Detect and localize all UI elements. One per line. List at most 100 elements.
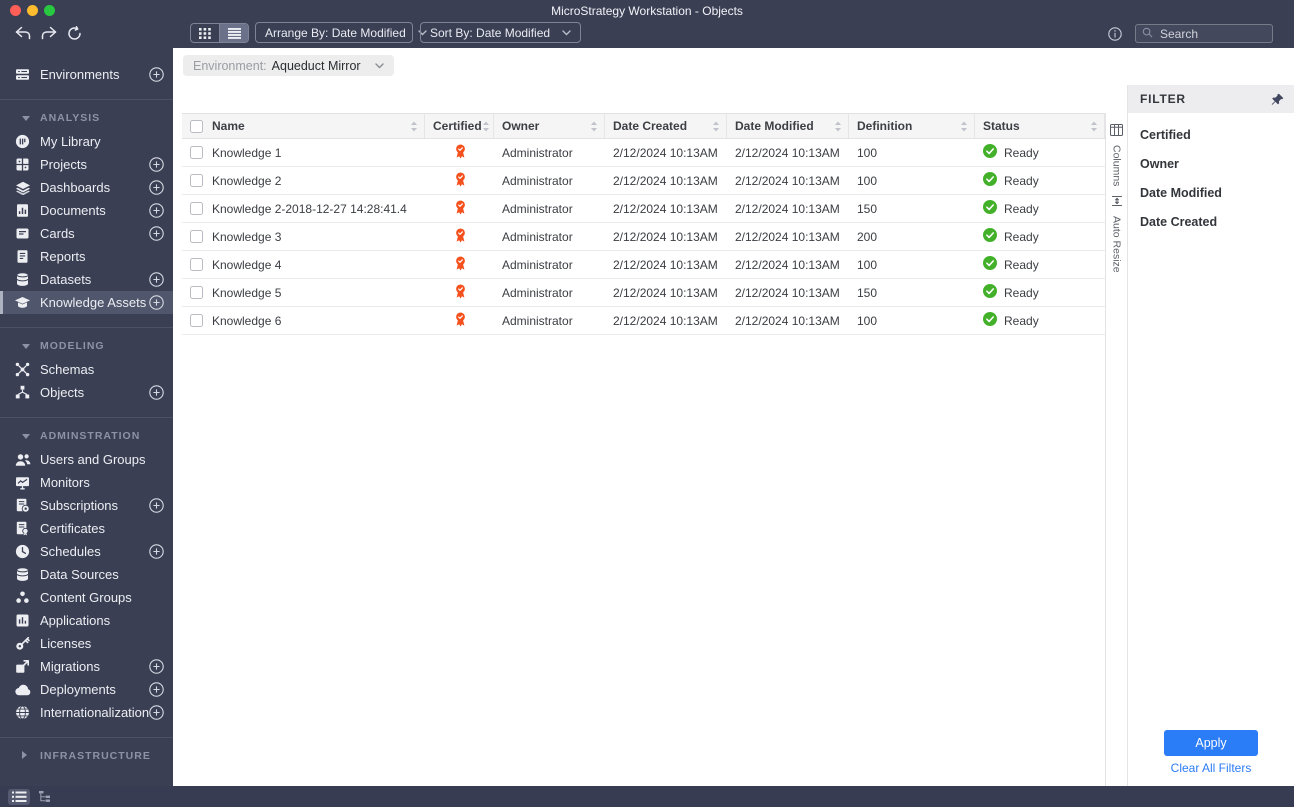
sort-icon[interactable] [482,121,490,132]
sort-icon[interactable] [712,121,720,132]
add-objects-button[interactable] [149,385,164,400]
auto-resize-toggle[interactable]: Auto Resize [1111,216,1123,273]
add-knowledge-assets-button[interactable] [149,295,164,310]
add-cards-button[interactable] [149,226,164,241]
grid-view-icon[interactable] [191,24,219,42]
sidebar-item-content-groups[interactable]: Content Groups [0,586,173,609]
sidebar-item-schedules[interactable]: Schedules [0,540,173,563]
sidebar-item-migrations[interactable]: Migrations [0,655,173,678]
auto-resize-icon[interactable] [1111,195,1123,207]
row-checkbox[interactable] [190,258,203,271]
sidebar-item-my-library[interactable]: My Library [0,130,173,153]
sidebar-item-monitors[interactable]: Monitors [0,471,173,494]
sidebar-item-environments[interactable]: Environments [0,63,173,86]
add-environments-button[interactable] [149,67,164,82]
info-icon[interactable] [1108,27,1122,46]
filter-item-date-created[interactable]: Date Created [1128,207,1294,236]
sidebar-item-dashboards[interactable]: Dashboards [0,176,173,199]
table-row[interactable]: Knowledge 1 Administrator 2/12/2024 10:13A… [182,139,1105,167]
sort-icon[interactable] [1090,121,1098,132]
sidebar-section-adminstration[interactable]: ADMINSTRATION [0,426,173,446]
sidebar-item-subscriptions[interactable]: Subscriptions [0,494,173,517]
sidebar-item-data-sources[interactable]: Data Sources [0,563,173,586]
table-row[interactable]: Knowledge 4 Administrator 2/12/2024 10:13A… [182,251,1105,279]
column-header-date_modified[interactable]: Date Modified [727,114,849,138]
column-header-certified[interactable]: Certified [425,114,494,138]
sidebar-section-analysis[interactable]: ANALYSIS [0,108,173,128]
table-row[interactable]: Knowledge 6 Administrator 2/12/2024 10:13A… [182,307,1105,335]
sidebar-item-cards[interactable]: Cards [0,222,173,245]
sort-icon[interactable] [960,121,968,132]
refresh-icon[interactable] [67,26,85,41]
column-header-date_created[interactable]: Date Created [605,114,727,138]
sort-icon[interactable] [410,121,418,132]
status-label: Ready [1004,313,1039,328]
sidebar-item-certificates[interactable]: Certificates [0,517,173,540]
row-checkbox[interactable] [190,174,203,187]
sidebar-item-datasets[interactable]: Datasets [0,268,173,291]
row-name: Knowledge 1 [212,145,282,160]
status-ready-icon [983,228,997,245]
arrange-by-dropdown[interactable]: Arrange By: Date Modified [255,22,427,43]
table-row[interactable]: Knowledge 2-2018-12-27 14:28:41.4 Adminis… [182,195,1105,223]
sort-by-dropdown[interactable]: Sort By: Date Modified [420,22,581,43]
columns-icon[interactable] [1110,124,1123,136]
filter-item-owner[interactable]: Owner [1128,149,1294,178]
main-content: Environment: Aqueduct Mirror Name Certifi… [173,48,1294,786]
column-header-status[interactable]: Status [975,114,1105,138]
table-row[interactable]: Knowledge 5 Administrator 2/12/2024 10:13A… [182,279,1105,307]
sidebar-item-label: Projects [40,157,87,172]
sidebar-item-reports[interactable]: Reports [0,245,173,268]
forward-icon[interactable] [41,26,59,41]
add-datasets-button[interactable] [149,272,164,287]
add-projects-button[interactable] [149,157,164,172]
row-checkbox[interactable] [190,146,203,159]
column-header-name[interactable]: Name [182,114,425,138]
row-checkbox[interactable] [190,230,203,243]
sidebar-section-modeling[interactable]: MODELING [0,336,173,356]
column-header-definition[interactable]: Definition [849,114,975,138]
clear-all-filters-link[interactable]: Clear All Filters [1128,761,1294,775]
subscriptions-icon [14,498,31,514]
apply-button[interactable]: Apply [1164,730,1258,756]
add-deployments-button[interactable] [149,682,164,697]
add-dashboards-button[interactable] [149,180,164,195]
search-field[interactable] [1135,24,1273,43]
sidebar-item-objects[interactable]: Objects [0,381,173,404]
sidebar-item-users-and-groups[interactable]: Users and Groups [0,448,173,471]
add-internationalization-button[interactable] [149,705,164,720]
pin-icon[interactable] [1271,93,1284,106]
list-view-icon[interactable] [219,24,248,42]
table-row[interactable]: Knowledge 3 Administrator 2/12/2024 10:13A… [182,223,1105,251]
add-migrations-button[interactable] [149,659,164,674]
sidebar-item-licenses[interactable]: Licenses [0,632,173,655]
sort-icon[interactable] [834,121,842,132]
environment-dropdown[interactable]: Environment: Aqueduct Mirror [183,55,394,76]
filter-item-certified[interactable]: Certified [1128,120,1294,149]
row-checkbox[interactable] [190,202,203,215]
add-subscriptions-button[interactable] [149,498,164,513]
filter-item-date-modified[interactable]: Date Modified [1128,178,1294,207]
sidebar-section-infrastructure[interactable]: INFRASTRUCTURE [0,746,173,766]
list-view-icon[interactable] [8,788,30,805]
column-header-owner[interactable]: Owner [494,114,605,138]
add-documents-button[interactable] [149,203,164,218]
add-schedules-button[interactable] [149,544,164,559]
sidebar-item-documents[interactable]: Documents [0,199,173,222]
sidebar-item-knowledge-assets[interactable]: Knowledge Assets [0,291,173,314]
sidebar-item-schemas[interactable]: Schemas [0,358,173,381]
columns-toggle[interactable]: Columns [1111,145,1123,186]
sidebar-item-applications[interactable]: Applications [0,609,173,632]
tree-view-icon[interactable] [35,789,57,805]
row-checkbox[interactable] [190,286,203,299]
table-row[interactable]: Knowledge 2 Administrator 2/12/2024 10:13A… [182,167,1105,195]
sort-icon[interactable] [590,121,598,132]
back-icon[interactable] [14,26,32,41]
sidebar-item-deployments[interactable]: Deployments [0,678,173,701]
search-input[interactable] [1158,25,1252,42]
select-all-checkbox[interactable] [190,119,203,133]
row-checkbox[interactable] [190,314,203,327]
sidebar-item-internationalization[interactable]: Internationalization [0,701,173,724]
sidebar-item-projects[interactable]: Projects [0,153,173,176]
cell-status: Ready [975,195,1105,222]
